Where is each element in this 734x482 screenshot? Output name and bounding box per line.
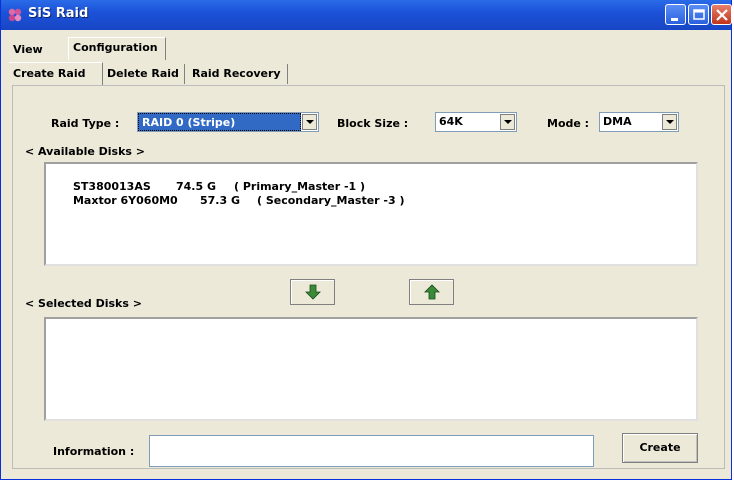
window: SiS Raid View Configuration Create Raid … (0, 0, 732, 480)
available-disks-header: < Available Disks > (25, 145, 146, 158)
close-button[interactable] (711, 4, 732, 25)
chevron-down-icon (504, 120, 512, 124)
available-disks-list[interactable]: ST380013AS 74.5 G( Primary_Master -1 ) Ma… (44, 162, 698, 266)
information-label: Information : (53, 445, 135, 458)
remove-disk-button[interactable] (409, 279, 454, 305)
tab-raid-recovery[interactable]: Raid Recovery (188, 64, 288, 84)
tab-configuration-label: Configuration (73, 41, 158, 54)
title-bar[interactable]: SiS Raid (1, 0, 732, 30)
sis-raid-icon (8, 8, 22, 22)
chevron-down-icon (666, 120, 674, 124)
tab-configuration[interactable]: Configuration (68, 37, 166, 60)
disk-name: Maxtor 6Y060M0 (72, 194, 178, 207)
selected-disks-list[interactable] (44, 317, 698, 421)
tab-delete-raid[interactable]: Delete Raid (103, 64, 185, 84)
raid-type-select[interactable]: RAID 0 (Stripe) (137, 112, 319, 132)
mode-value: DMA (603, 115, 632, 128)
selected-disks-header: < Selected Disks > (25, 297, 142, 310)
raid-type-dropdown-arrow[interactable] (302, 114, 317, 130)
disk-location: ( Secondary_Master -3 ) (256, 194, 405, 207)
tab-view-label: View (13, 43, 43, 56)
block-size-value: 64K (439, 115, 463, 128)
tab-create-raid-label: Create Raid (13, 67, 86, 80)
disk-size: 57.3 G (199, 194, 240, 207)
mode-label: Mode : (547, 117, 590, 130)
tab-create-raid[interactable]: Create Raid (9, 62, 103, 86)
information-field[interactable] (149, 435, 594, 467)
block-size-label: Block Size : (337, 117, 409, 130)
mode-dropdown-arrow[interactable] (662, 114, 677, 130)
tab-view[interactable]: View (9, 40, 63, 60)
tab-delete-raid-label: Delete Raid (107, 67, 179, 80)
arrow-up-icon (424, 284, 440, 300)
minimize-icon (671, 18, 678, 21)
add-disk-button[interactable] (290, 279, 335, 305)
block-size-dropdown-arrow[interactable] (500, 114, 515, 130)
minimize-button[interactable] (665, 4, 686, 25)
close-icon (716, 9, 728, 21)
raid-type-label: Raid Type : (51, 117, 120, 130)
create-button[interactable]: Create (622, 433, 698, 463)
mode-select[interactable]: DMA (599, 112, 679, 132)
chevron-down-icon (306, 120, 314, 124)
raid-type-value-text: RAID 0 (Stripe) (142, 116, 236, 129)
maximize-button[interactable] (688, 4, 709, 25)
tab-raid-recovery-label: Raid Recovery (192, 67, 281, 80)
maximize-icon (693, 9, 705, 20)
arrow-down-icon (305, 284, 321, 300)
list-item[interactable]: Maxtor 6Y060M0 57.3 G ( Secondary_Master -… (50, 181, 405, 220)
block-size-select[interactable]: 64K (435, 112, 517, 132)
window-title: SiS Raid (28, 6, 89, 21)
raid-type-value: RAID 0 (Stripe) (138, 113, 301, 131)
